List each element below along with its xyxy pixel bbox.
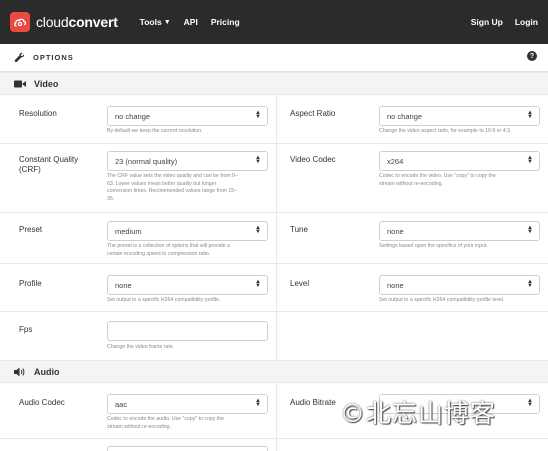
wrench-icon: [14, 52, 25, 63]
audio-bitrate-label: Audio Bitrate: [290, 398, 336, 407]
audio-codec-select[interactable]: aac ▲ ▼: [107, 394, 268, 414]
profile-value: none: [115, 280, 132, 290]
row-divider: [0, 263, 548, 264]
profile-help: Set output to a specific H264 compatibil…: [107, 297, 221, 303]
login-link[interactable]: Login: [515, 17, 538, 27]
video-codec-label: Video Codec: [290, 155, 336, 164]
aspect-ratio-select[interactable]: no change ▲ ▼: [379, 106, 540, 126]
audio-codec-help: Codec to encode the audio. Use "copy" to…: [107, 416, 225, 430]
video-section-title: Video: [34, 78, 59, 89]
select-arrows-icon: ▲ ▼: [527, 110, 533, 120]
level-help: Set output to a specific H264 compatibil…: [379, 297, 505, 303]
tune-select[interactable]: none ▲ ▼: [379, 221, 540, 241]
row-divider: [0, 438, 548, 439]
audio-codec-value: aac: [115, 399, 128, 409]
level-value: none: [387, 280, 404, 290]
row-divider: [0, 143, 548, 144]
tune-help: Settings based upon the specifics of you…: [379, 243, 488, 249]
aspect-ratio-value: no change: [387, 111, 423, 121]
select-arrows-icon: ▲ ▼: [527, 279, 533, 289]
nav-api[interactable]: API: [184, 17, 198, 27]
chevron-down-icon: ▼: [163, 18, 171, 26]
select-arrows-icon: ▲ ▼: [527, 398, 533, 408]
crf-label: Constant Quality (CRF): [19, 155, 79, 174]
watermark: ©北忘山博客: [340, 399, 497, 428]
tune-value: none: [387, 226, 404, 236]
row-divider: [0, 212, 548, 213]
resolution-label: Resolution: [19, 109, 57, 118]
aspect-ratio-label: Aspect Ratio: [290, 109, 336, 118]
video-camera-icon: [14, 79, 26, 89]
crf-help: The CRF value sets the video quality and…: [107, 173, 238, 202]
select-arrows-icon: ▲ ▼: [255, 155, 261, 165]
video-codec-value: x264: [387, 156, 404, 166]
nav-pricing[interactable]: Pricing: [211, 17, 240, 27]
crf-value: 23 (normal quality): [115, 156, 178, 166]
audio-codec-label: Audio Codec: [19, 398, 65, 407]
preset-label: Preset: [19, 225, 43, 234]
row-divider: [0, 311, 548, 312]
profile-select[interactable]: none ▲ ▼: [107, 275, 268, 295]
tune-label: Tune: [290, 225, 308, 234]
aspect-ratio-help: Change the video aspect ratio, for examp…: [379, 128, 512, 134]
next-field[interactable]: [107, 446, 268, 451]
help-icon[interactable]: ?: [527, 51, 537, 61]
profile-label: Profile: [19, 279, 42, 288]
logo[interactable]: cloudconvert: [10, 12, 118, 32]
select-arrows-icon: ▲ ▼: [255, 225, 261, 235]
resolution-help: By default we keep the current resolutio…: [107, 128, 203, 134]
resolution-value: no change: [115, 111, 151, 121]
select-arrows-icon: ▲ ▼: [527, 155, 533, 165]
nav-tools[interactable]: Tools ▼: [140, 17, 171, 27]
resolution-select[interactable]: no change ▲ ▼: [107, 106, 268, 126]
crf-select[interactable]: 23 (normal quality) ▲ ▼: [107, 151, 268, 171]
sign-up-link[interactable]: Sign Up: [471, 17, 503, 27]
select-arrows-icon: ▲ ▼: [255, 398, 261, 408]
top-navbar: cloudconvert Tools ▼ API Pricing Sign Up …: [0, 0, 548, 44]
preset-value: medium: [115, 226, 142, 236]
select-arrows-icon: ▲ ▼: [255, 279, 261, 289]
level-label: Level: [290, 279, 310, 288]
video-codec-select[interactable]: x264 ▲ ▼: [379, 151, 540, 171]
audio-section-header: Audio: [0, 360, 548, 383]
column-divider: [276, 96, 277, 366]
preset-help: The preset is a collection of options th…: [107, 243, 230, 257]
level-select[interactable]: none ▲ ▼: [379, 275, 540, 295]
video-codec-help: Codec to encode the video. Use "copy" to…: [379, 173, 496, 187]
fps-label: Fps: [19, 325, 33, 334]
audio-section-title: Audio: [34, 366, 60, 377]
preset-select[interactable]: medium ▲ ▼: [107, 221, 268, 241]
options-title: OPTIONS: [33, 53, 74, 62]
cloudconvert-logo-icon: [10, 12, 30, 32]
select-arrows-icon: ▲ ▼: [255, 110, 261, 120]
column-divider: [276, 384, 277, 451]
options-header: OPTIONS ?: [0, 44, 548, 72]
video-section-header: Video: [0, 72, 548, 95]
fps-input[interactable]: [107, 321, 268, 341]
volume-icon: [14, 367, 26, 377]
select-arrows-icon: ▲ ▼: [527, 225, 533, 235]
logo-text: cloudconvert: [36, 14, 118, 30]
fps-help: Change the video frame rate.: [107, 344, 175, 350]
